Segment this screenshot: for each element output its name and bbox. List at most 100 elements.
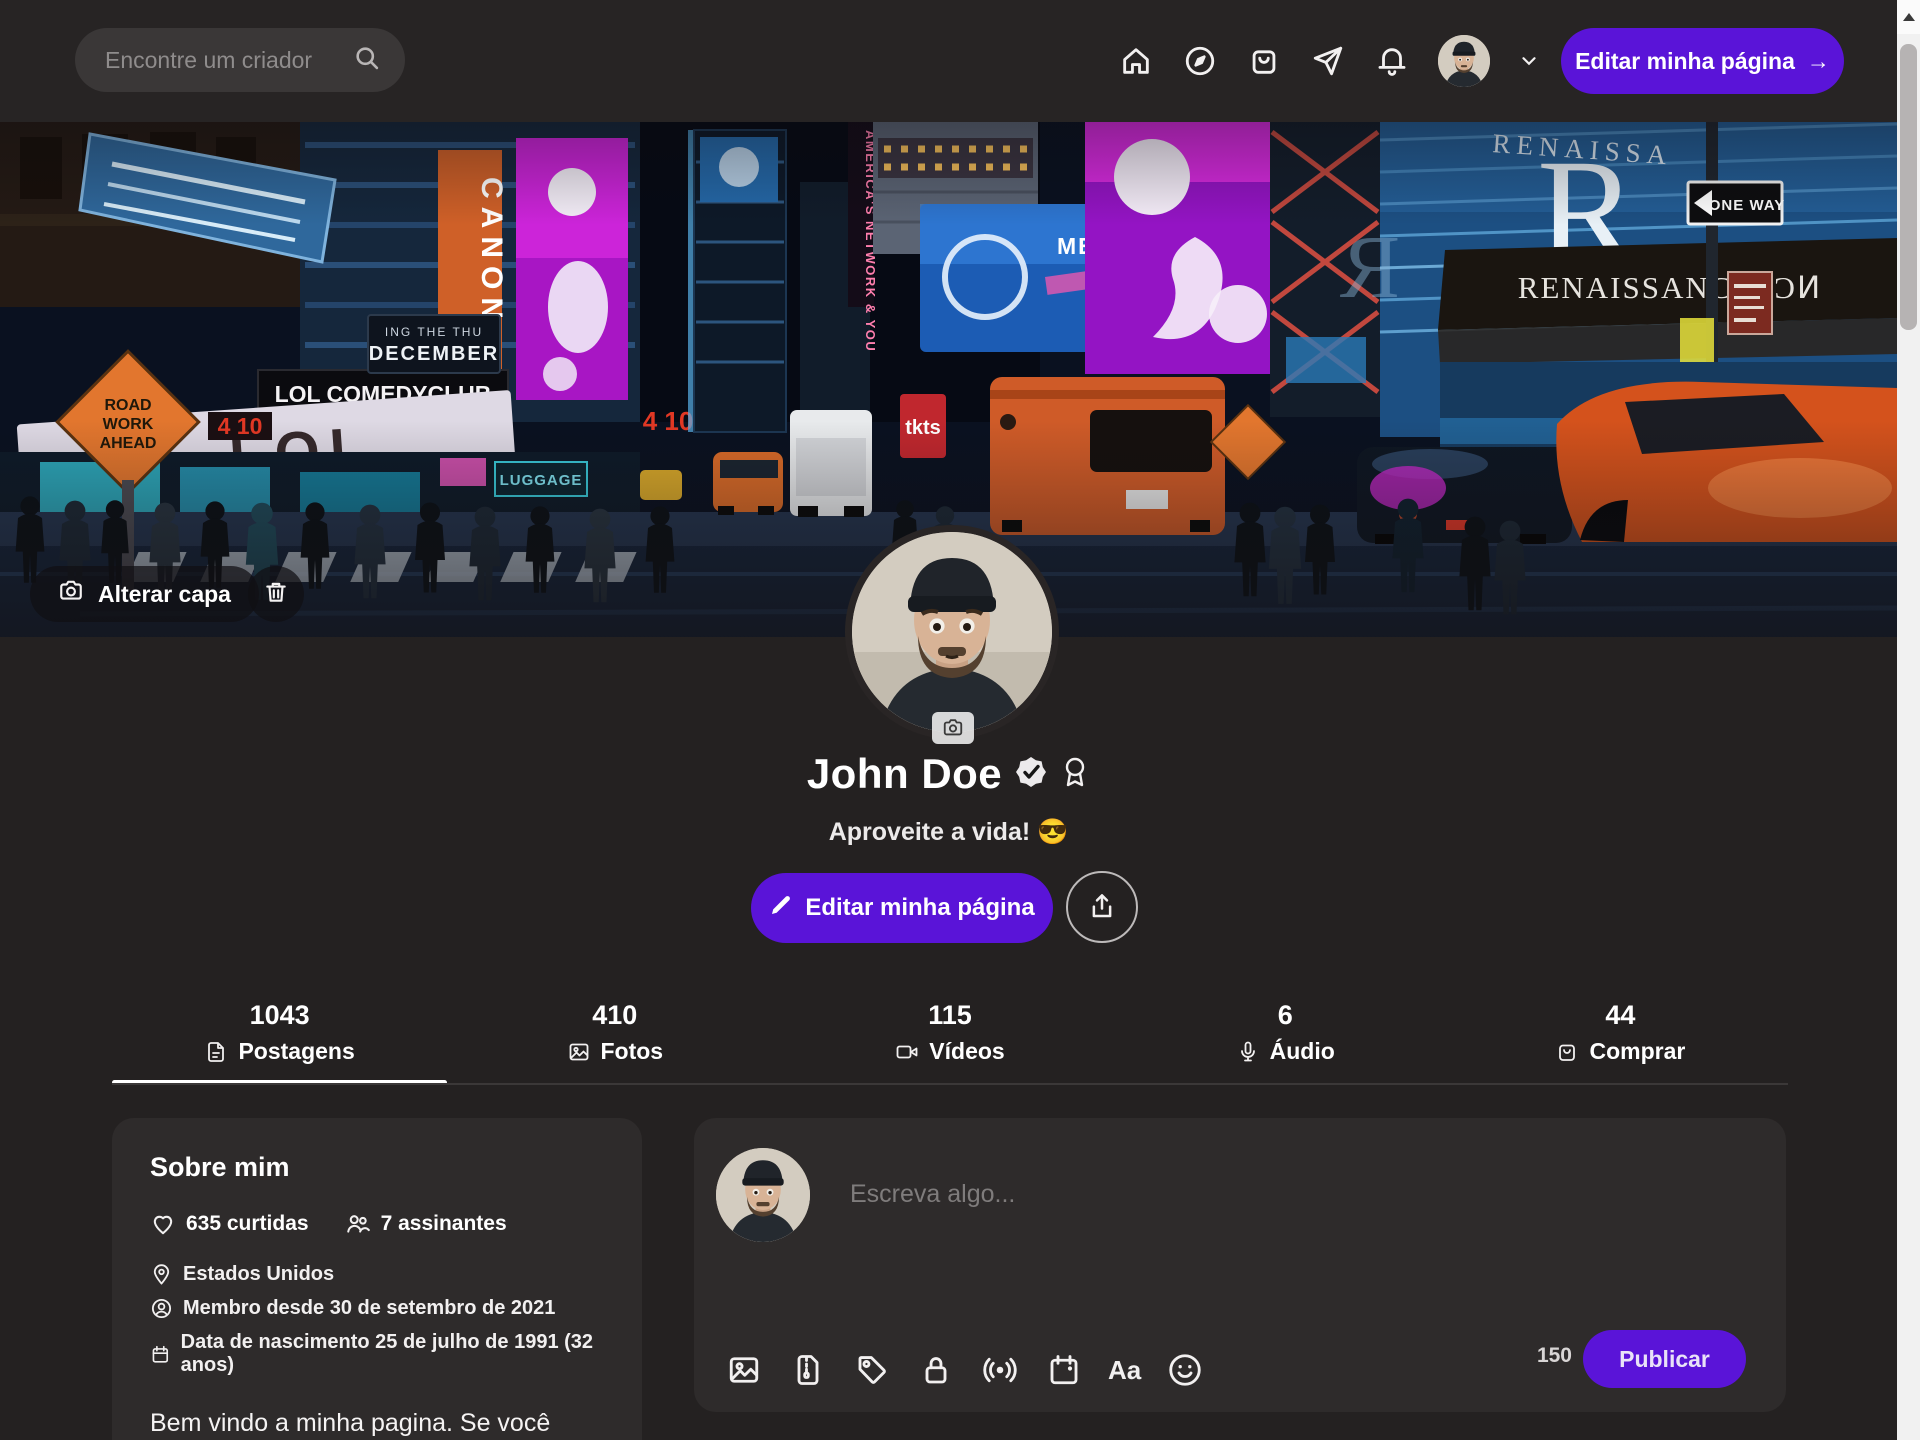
tab-label-text: Postagens [238,1038,354,1065]
camera-icon [58,578,84,610]
notifications-bell-icon[interactable] [1374,43,1410,79]
cover-sign-road3: AHEAD [100,435,157,452]
search-icon [353,44,381,77]
tab-count: 44 [1605,1000,1635,1031]
about-stats-row: 635 curtidas 7 assinantes [150,1211,604,1237]
text-format-button[interactable]: Aa [1108,1355,1141,1386]
subscribers-icon [345,1211,371,1237]
location-row: Estados Unidos [150,1263,604,1286]
chevron-down-icon[interactable] [1518,50,1540,72]
edit-my-page-button-top[interactable]: Editar minha página → [1561,28,1844,94]
tab-videos[interactable]: 115 Vídeos [782,1000,1117,1081]
user-avatar[interactable] [1438,35,1490,87]
publish-button[interactable]: Publicar [1583,1330,1746,1388]
likes-stat: 635 curtidas [150,1211,309,1237]
scrollbar-up-arrow[interactable] [1897,0,1920,34]
shop-bag-icon[interactable] [1246,43,1282,79]
change-cover-label: Alterar capa [98,581,231,608]
tag-icon[interactable] [852,1350,892,1390]
member-since-text: Membro desde 30 de setembro de 2021 [183,1297,555,1320]
map-pin-icon [150,1263,173,1286]
shopping-bag-icon [1555,1040,1579,1064]
calendar-icon [150,1343,171,1366]
home-icon[interactable] [1118,43,1154,79]
profile-tagline: Aproveite a vida! 😎 [0,818,1897,847]
pencil-icon [769,893,793,924]
cover-sign-one-way: ONE WAY [1709,197,1785,214]
edit-my-page-label: Editar minha página [805,894,1034,922]
edit-my-page-label: Editar minha página [1575,48,1795,75]
edit-my-page-button-profile[interactable]: Editar minha página [751,873,1053,943]
profile-name: John Doe [807,750,1002,798]
tab-postagens[interactable]: 1043 Postagens [112,1000,447,1081]
birthdate-text: Data de nascimento 25 de julho de 1991 (… [181,1331,604,1377]
attach-file-icon[interactable] [788,1350,828,1390]
member-icon [150,1297,173,1320]
composer-input[interactable]: Escreva algo... [850,1180,1015,1209]
cover-sign-december-top: ING THE THU [385,325,483,339]
trash-icon [263,579,289,610]
likes-count: 635 curtidas [186,1212,309,1236]
tagline-text: Aproveite a vida! [829,818,1030,846]
tab-fotos[interactable]: 410 Fotos [447,1000,782,1081]
share-profile-button[interactable] [1066,871,1138,943]
birthdate-row: Data de nascimento 25 de julho de 1991 (… [150,1331,604,1377]
scrollbar-thumb[interactable] [1900,44,1917,330]
page-scrollbar[interactable] [1897,0,1920,1440]
share-upload-icon [1087,891,1117,924]
live-broadcast-icon[interactable] [980,1350,1020,1390]
sunglasses-emoji: 😎 [1037,818,1068,846]
member-since-row: Membro desde 30 de setembro de 2021 [150,1297,604,1320]
composer-toolbar: Aa [724,1350,1205,1390]
character-counter: 150 [1537,1344,1572,1368]
top-navigation-bar: Encontre um criador [0,0,1897,122]
cover-sign-tkts: tkts [905,417,941,439]
video-camera-icon [895,1040,919,1064]
profile-avatar[interactable] [845,525,1059,739]
header-icon-group [1118,0,1540,122]
change-avatar-camera-button[interactable] [932,712,974,744]
about-title: Sobre mim [150,1152,604,1183]
cover-sign-renaissance: RENAISSANCEƎƆͶ [1518,270,1822,305]
subscribers-count: 7 assinantes [381,1212,507,1236]
messages-send-icon[interactable] [1310,43,1346,79]
subscribers-stat: 7 assinantes [345,1211,507,1237]
profile-content-tabs: 1043 Postagens 410 Fotos 115 Vídeos 6 [112,1000,1788,1081]
tab-label-text: Vídeos [929,1038,1004,1065]
cover-sign-r-reflection: R [1340,218,1400,317]
about-info-list: Estados Unidos Membro desde 30 de setemb… [150,1263,604,1377]
profile-bio: Bem vindo a minha pagina. Se você gosta … [150,1405,604,1440]
tab-count: 410 [592,1000,637,1031]
profile-name-row: John Doe [0,750,1897,798]
post-composer-card: Escreva algo... Aa [694,1118,1786,1412]
attach-image-icon[interactable] [724,1350,764,1390]
tab-count: 115 [928,1000,972,1031]
tab-audio[interactable]: 6 Áudio [1118,1000,1453,1081]
delete-cover-button[interactable] [248,566,304,622]
location-text: Estados Unidos [183,1263,334,1286]
cover-sign-410b: 4 10 [643,406,694,436]
tab-label-text: Fotos [601,1038,664,1065]
lock-icon[interactable] [916,1350,956,1390]
explore-compass-icon[interactable] [1182,43,1218,79]
heart-icon [150,1211,176,1237]
composer-avatar [716,1148,810,1242]
cover-sign-luggage: LUGGAGE [500,472,583,489]
tab-comprar[interactable]: 44 Comprar [1453,1000,1788,1081]
tab-label-text: Áudio [1270,1038,1335,1065]
emoji-icon[interactable] [1165,1350,1205,1390]
photos-icon [567,1040,591,1064]
tab-label-text: Comprar [1589,1038,1685,1065]
verified-badge-icon [1014,755,1048,794]
about-me-card: Sobre mim 635 curtidas 7 assinantes Esta… [112,1118,642,1440]
change-cover-button[interactable]: Alterar capa [30,566,259,622]
award-ribbon-icon [1060,755,1090,794]
creator-profile-page: CANON LOL COMEDYCLUB LOL TIMES SQUARE CO… [0,0,1920,1440]
schedule-calendar-icon[interactable] [1044,1350,1084,1390]
search-placeholder: Encontre um criador [105,47,312,74]
tab-count: 1043 [250,1000,310,1031]
search-input[interactable]: Encontre um criador [75,28,405,92]
post-file-icon [204,1040,228,1064]
tab-count: 6 [1278,1000,1293,1031]
cover-sign-410: 4 10 [218,413,263,439]
